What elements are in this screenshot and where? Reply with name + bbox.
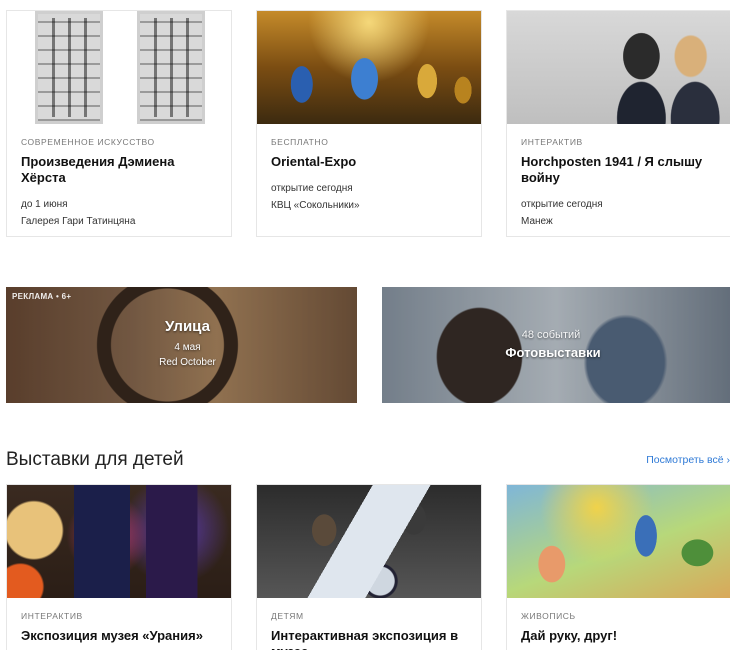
event-place[interactable]: Манеж	[521, 213, 717, 230]
event-card[interactable]: ДЕТЯМ Интерактивная экспозиция в музее	[256, 484, 482, 650]
event-card[interactable]: ЖИВОПИСЬ Дай руку, друг!	[506, 484, 730, 650]
event-date: до 1 июня	[21, 199, 68, 210]
event-card[interactable]: ИНТЕРАКТИВ Horchposten 1941 / Я слышу во…	[506, 10, 730, 237]
event-title[interactable]: Интерактивная экспозиция в музее	[271, 628, 467, 650]
event-card[interactable]: ИНТЕРАКТИВ Экспозиция музея «Урания»	[6, 484, 232, 650]
event-card[interactable]: СОВРЕМЕННОЕ ИСКУССТВО Произведения Дэмие…	[6, 10, 232, 237]
event-image	[257, 485, 481, 598]
event-card[interactable]: БЕСПЛАТНО Oriental-Expo открытие сегодня…	[256, 10, 482, 237]
banner-title: Улица	[165, 318, 210, 335]
event-category: ЖИВОПИСЬ	[521, 611, 576, 621]
event-date: открытие сегодня	[271, 183, 353, 194]
event-category: ИНТЕРАКТИВ	[521, 137, 583, 147]
event-title[interactable]: Oriental-Expo	[271, 154, 467, 170]
event-category: БЕСПЛАТНО	[271, 137, 329, 147]
event-title[interactable]: Дай руку, друг!	[521, 628, 717, 644]
event-image	[507, 11, 730, 124]
ad-label: РЕКЛАМА • 6+	[12, 292, 72, 301]
event-title[interactable]: Произведения Дэмиена Хёрста	[21, 154, 217, 186]
promo-banner-ulitsa[interactable]: РЕКЛАМА • 6+ Улица 4 мая Red October	[6, 287, 357, 403]
event-image	[7, 11, 231, 124]
banner-place: Red October	[159, 357, 216, 368]
event-title[interactable]: Экспозиция музея «Урания»	[21, 628, 217, 644]
promo-banner-photo-exhibitions[interactable]: 48 событий Фотовыставки	[382, 287, 730, 403]
banner-date: 4 мая	[174, 342, 201, 353]
banner-title: Фотовыставки	[505, 345, 601, 360]
section-title: Выставки для детей	[6, 449, 184, 470]
event-category: ИНТЕРАКТИВ	[21, 611, 83, 621]
event-place[interactable]: КВЦ «Сокольники»	[271, 197, 467, 214]
cabinet-artwork	[137, 11, 205, 124]
event-date: открытие сегодня	[521, 199, 603, 210]
event-image	[7, 485, 231, 598]
event-image	[507, 485, 730, 598]
cabinet-artwork	[35, 11, 103, 124]
event-title[interactable]: Horchposten 1941 / Я слышу войну	[521, 154, 717, 186]
see-all-link[interactable]: Посмотреть всё ›	[646, 454, 730, 466]
event-category: СОВРЕМЕННОЕ ИСКУССТВО	[21, 137, 155, 147]
banner-event-count: 48 событий	[521, 329, 581, 341]
event-image	[257, 11, 481, 124]
event-place[interactable]: Галерея Гари Татинцяна	[21, 213, 217, 230]
event-category: ДЕТЯМ	[271, 611, 304, 621]
